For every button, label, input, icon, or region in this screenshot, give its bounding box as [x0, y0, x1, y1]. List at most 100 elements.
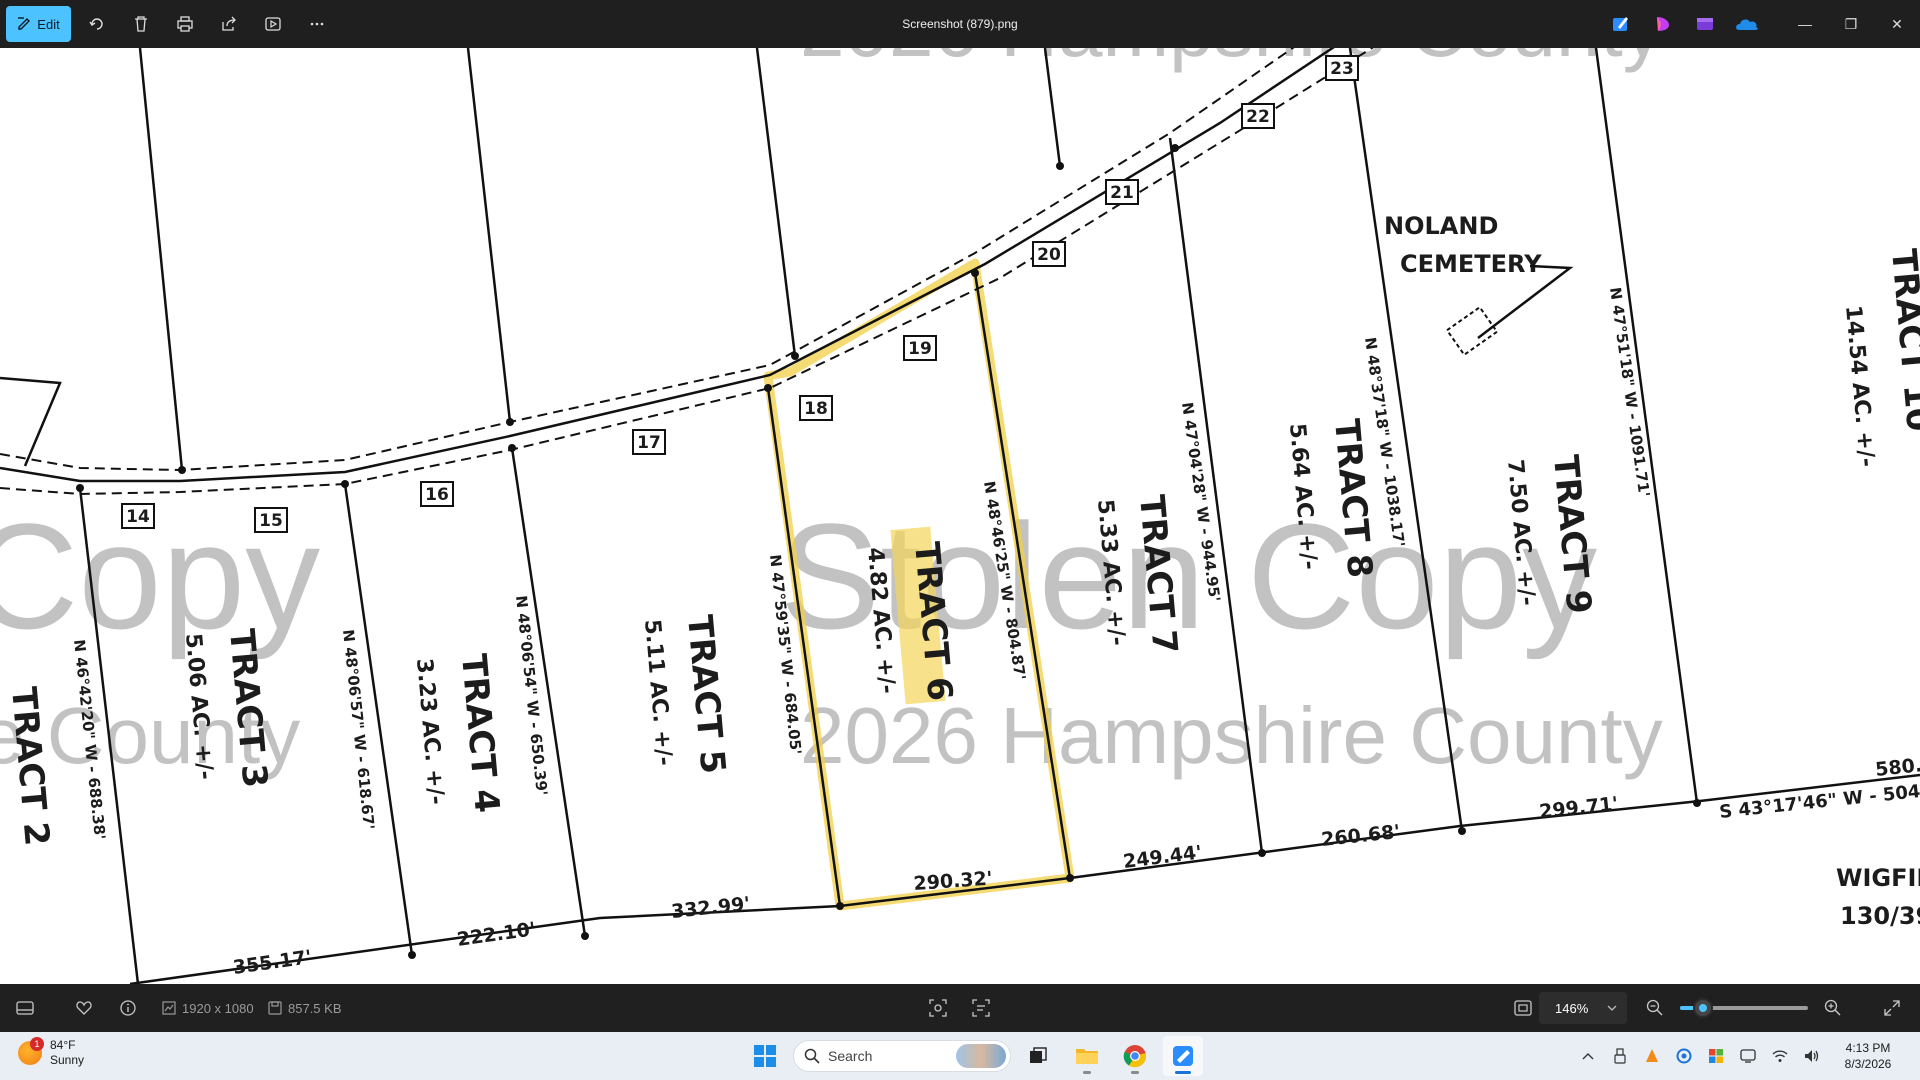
fullscreen-button[interactable]: [1884, 984, 1900, 1032]
vlc-icon: [1646, 1049, 1658, 1062]
dimensions-text: 1920 x 1080: [182, 1000, 254, 1016]
watermark-bottom: 2026 Hampshire County: [800, 691, 1663, 780]
delete-button[interactable]: [119, 4, 163, 44]
frontage-label: 580.: [1874, 754, 1920, 781]
filmstrip-button[interactable]: [16, 984, 34, 1032]
task-view-icon: [1030, 1047, 1047, 1063]
taskbar-search[interactable]: Search: [793, 1040, 1011, 1072]
clock[interactable]: 4:13 PM 8/3/2026: [1828, 1040, 1908, 1072]
restore-button[interactable]: ❐: [1828, 0, 1874, 48]
status-bar: 1920 x 1080 857.5 KB 146%: [0, 984, 1920, 1032]
svg-text:17: 17: [637, 433, 661, 453]
zoom-slider-thumb[interactable]: [1693, 998, 1714, 1018]
dimensions-info: 1920 x 1080: [162, 984, 254, 1032]
svg-text:20: 20: [1037, 245, 1061, 265]
image-canvas[interactable]: 2026 Hampshire County Copy Stolen Copy e…: [0, 48, 1920, 984]
edit-button[interactable]: Edit: [6, 6, 71, 42]
weather-temp: 84°F: [50, 1038, 76, 1052]
slideshow-button[interactable]: [251, 4, 295, 44]
usb-icon: [1614, 1048, 1626, 1064]
road-marker: 14: [121, 503, 155, 529]
extract-text-icon: [972, 999, 990, 1017]
zoom-out-button[interactable]: [1646, 984, 1664, 1032]
taskbar: 1 84°F Sunny Search 4:13 PM 8/3/2026: [0, 1032, 1920, 1080]
svg-text:19: 19: [908, 339, 932, 359]
zoom-out-icon: [1646, 999, 1663, 1016]
chrome-button[interactable]: [1115, 1036, 1155, 1076]
zoom-in-button[interactable]: [1824, 984, 1842, 1032]
favorite-button[interactable]: [76, 984, 92, 1032]
svg-text:22: 22: [1246, 107, 1270, 127]
svg-text:14: 14: [126, 507, 150, 527]
chevron-down-icon: [1607, 1005, 1617, 1011]
show-hidden-icons-button[interactable]: [1572, 1032, 1604, 1080]
usb-tray-button[interactable]: [1604, 1032, 1636, 1080]
edit-with-paint-icon[interactable]: [1608, 11, 1634, 37]
sun-icon: 1: [18, 1037, 44, 1065]
frontage-label: 332.99': [670, 893, 751, 923]
frontage-label: 222.10': [456, 918, 537, 951]
frontage-label: 260.68': [1320, 821, 1401, 851]
svg-text:18: 18: [804, 399, 828, 419]
svg-text:23: 23: [1330, 59, 1354, 79]
visual-search-button[interactable]: [929, 984, 947, 1032]
svg-text:15: 15: [259, 511, 283, 531]
fit-window-icon: [1514, 1000, 1532, 1016]
designer-icon[interactable]: [1650, 11, 1676, 37]
wigfield-line2: 130/39: [1840, 902, 1920, 930]
filesize-info: 857.5 KB: [268, 984, 342, 1032]
photos-button[interactable]: [1163, 1036, 1203, 1076]
road-marker: 16: [420, 481, 454, 507]
fit-to-window-button[interactable]: [1514, 984, 1532, 1032]
minimize-button[interactable]: —: [1782, 0, 1828, 48]
watermark-top: 2026 Hampshire County: [800, 48, 1663, 73]
frontage-label: 355.17': [232, 946, 313, 979]
frontage-label: 299.71': [1538, 793, 1619, 823]
share-button[interactable]: [207, 4, 251, 44]
clock-date: 8/3/2026: [1844, 1057, 1892, 1071]
disk-icon: [268, 1001, 282, 1015]
photos-icon: [1173, 1046, 1193, 1066]
wifi-tray-button[interactable]: [1764, 1032, 1796, 1080]
edit-icon: [17, 16, 31, 33]
bearing-label: N 47°51'18" W - 1091.71': [1606, 286, 1653, 498]
start-button[interactable]: [745, 1036, 785, 1076]
info-button[interactable]: [120, 984, 136, 1032]
search-icon: [804, 1048, 820, 1064]
road-marker: 15: [254, 507, 288, 533]
tract-5-area: 5.11 AC. +/-: [639, 618, 677, 766]
more-button[interactable]: [295, 4, 339, 44]
print-button[interactable]: [163, 4, 207, 44]
onedrive-icon[interactable]: [1734, 11, 1760, 37]
share-icon: [222, 16, 236, 31]
delete-icon: [135, 16, 147, 32]
weather-condition: Sunny: [50, 1053, 85, 1067]
vlc-tray-button[interactable]: [1636, 1032, 1668, 1080]
extract-text-button[interactable]: [972, 984, 990, 1032]
road-marker: 23: [1325, 55, 1359, 81]
road-marker: 20: [1032, 241, 1066, 267]
running-indicator: [1083, 1071, 1091, 1074]
rotate-button[interactable]: [75, 4, 119, 44]
weather-widget[interactable]: 1 84°F Sunny: [18, 1037, 85, 1068]
tract-4-label: TRACT 4: [453, 652, 507, 814]
defender-tray-button[interactable]: [1700, 1032, 1732, 1080]
road-marker-list: 14 15 16 17 18 19 20 21 22 23: [121, 55, 1359, 533]
bearing-label: N 48°06'57" W - 618.67': [339, 629, 378, 831]
tract-10-label: TRACT 10: [1883, 247, 1920, 433]
volume-tray-button[interactable]: [1796, 1032, 1828, 1080]
settings-tray-button[interactable]: [1668, 1032, 1700, 1080]
edit-label: Edit: [37, 16, 60, 32]
title-bar: Edit Screenshot (879).png — ❐ ✕: [0, 0, 1920, 48]
display-icon: [1740, 1049, 1756, 1063]
clipchamp-icon[interactable]: [1692, 11, 1718, 37]
task-view-button[interactable]: [1019, 1036, 1059, 1076]
file-explorer-button[interactable]: [1067, 1036, 1107, 1076]
close-button[interactable]: ✕: [1874, 0, 1920, 48]
search-highlight-image: [956, 1044, 1006, 1068]
chrome-icon: [1123, 1045, 1147, 1068]
zoom-dropdown[interactable]: 146%: [1539, 992, 1627, 1024]
zoom-slider[interactable]: [1680, 998, 1808, 1018]
cemetery-name-line1: NOLAND: [1384, 212, 1498, 240]
display-tray-button[interactable]: [1732, 1032, 1764, 1080]
